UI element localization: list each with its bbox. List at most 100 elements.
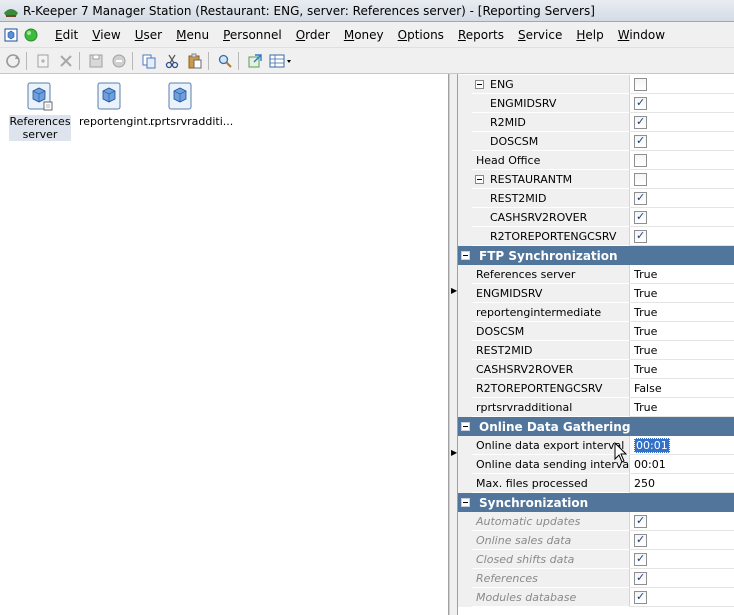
menu-service[interactable]: Service — [511, 28, 569, 42]
checkbox[interactable] — [634, 134, 647, 148]
paste-icon[interactable] — [185, 51, 205, 71]
checkbox[interactable] — [634, 590, 647, 604]
collapse-icon[interactable] — [475, 79, 484, 89]
property-row[interactable]: RESTAURANTM — [458, 170, 734, 189]
property-row[interactable]: Head Office — [458, 151, 734, 170]
property-value[interactable]: True — [630, 284, 734, 303]
property-row[interactable]: Online data export interval 00:01 — [458, 436, 734, 455]
checkbox[interactable] — [634, 191, 647, 205]
menu-reports[interactable]: Reports — [451, 28, 511, 42]
property-value[interactable] — [630, 113, 734, 132]
property-value[interactable] — [630, 588, 734, 607]
property-row[interactable]: ENG — [458, 75, 734, 94]
collapse-arrow-icon[interactable]: ▶ — [451, 448, 457, 457]
menu-order[interactable]: Order — [289, 28, 337, 42]
menu-options[interactable]: Options — [391, 28, 451, 42]
checkbox[interactable] — [634, 552, 647, 566]
server-object[interactable]: rprtsrvradditi... — [150, 74, 233, 128]
checkbox[interactable] — [634, 172, 647, 186]
property-value[interactable]: False — [630, 379, 734, 398]
property-row[interactable]: DOSCSM True — [458, 322, 734, 341]
property-row[interactable]: Max. files processed 250 — [458, 474, 734, 493]
menu-window[interactable]: Window — [611, 28, 672, 42]
property-value[interactable] — [630, 132, 734, 151]
property-value[interactable] — [630, 170, 734, 189]
menu-money[interactable]: Money — [337, 28, 391, 42]
property-row[interactable]: CASHSRV2ROVER — [458, 208, 734, 227]
checkbox[interactable] — [634, 77, 647, 91]
server-object[interactable]: reportengint... — [79, 74, 158, 128]
property-row[interactable]: R2TOREPORTENGCSRV False — [458, 379, 734, 398]
menu-help[interactable]: Help — [569, 28, 610, 42]
property-row[interactable]: REST2MID True — [458, 341, 734, 360]
property-value[interactable]: 250 — [630, 474, 734, 493]
delete-icon[interactable] — [56, 51, 76, 71]
menu-view[interactable]: View — [85, 28, 127, 42]
property-value[interactable] — [630, 569, 734, 588]
property-value[interactable] — [630, 75, 734, 94]
cancel-icon[interactable] — [109, 51, 129, 71]
new-icon[interactable] — [33, 51, 53, 71]
property-value[interactable]: True — [630, 265, 734, 284]
property-row[interactable]: Closed shifts data — [458, 550, 734, 569]
property-value[interactable]: True — [630, 360, 734, 379]
collapse-icon[interactable] — [461, 251, 470, 260]
value-input[interactable]: 00:01 — [634, 437, 670, 453]
checkbox[interactable] — [634, 153, 647, 167]
property-value[interactable] — [630, 227, 734, 246]
property-value[interactable] — [630, 531, 734, 550]
property-value[interactable]: True — [630, 398, 734, 417]
property-value[interactable] — [630, 189, 734, 208]
property-row[interactable]: Online data sending interval 00:01 — [458, 455, 734, 474]
find-icon[interactable] — [215, 51, 235, 71]
category-ftp-synchronization[interactable]: FTP Synchronization — [458, 246, 734, 265]
property-row[interactable]: References server True — [458, 265, 734, 284]
property-row[interactable]: reportengintermediate True — [458, 303, 734, 322]
export-icon[interactable] — [245, 51, 265, 71]
collapse-icon[interactable] — [475, 174, 484, 184]
category-online-data-gathering[interactable]: Online Data Gathering — [458, 417, 734, 436]
pane-splitter[interactable]: ▶ ▶ — [449, 74, 458, 615]
property-value[interactable]: True — [630, 341, 734, 360]
property-row[interactable]: References — [458, 569, 734, 588]
property-value[interactable]: 00:01 — [630, 436, 734, 455]
checkbox[interactable] — [634, 210, 647, 224]
property-value[interactable]: 00:01 — [630, 455, 734, 474]
property-row[interactable]: DOSCSM — [458, 132, 734, 151]
checkbox[interactable] — [634, 115, 647, 129]
property-row[interactable]: REST2MID — [458, 189, 734, 208]
checkbox[interactable] — [634, 533, 647, 547]
checkbox[interactable] — [634, 229, 647, 243]
property-row[interactable]: Modules database — [458, 588, 734, 607]
menu-menu[interactable]: Menu — [169, 28, 216, 42]
collapse-icon[interactable] — [461, 498, 470, 507]
property-value[interactable] — [630, 550, 734, 569]
property-value[interactable]: True — [630, 303, 734, 322]
property-row[interactable]: rprtsrvradditional True — [458, 398, 734, 417]
refresh-icon[interactable] — [3, 51, 23, 71]
copy-icon[interactable] — [139, 51, 159, 71]
menu-edit[interactable]: Edit — [48, 28, 85, 42]
property-row[interactable]: R2TOREPORTENGCSRV — [458, 227, 734, 246]
property-row[interactable]: R2MID — [458, 113, 734, 132]
server-object[interactable]: References server — [9, 74, 71, 141]
mdi-window-icon[interactable] — [2, 25, 20, 45]
property-value[interactable] — [630, 208, 734, 227]
property-row[interactable]: ENGMIDSRV — [458, 94, 734, 113]
menu-personnel[interactable]: Personnel — [216, 28, 289, 42]
checkbox[interactable] — [634, 571, 647, 585]
property-row[interactable]: Online sales data — [458, 531, 734, 550]
checkbox[interactable] — [634, 514, 647, 528]
property-row[interactable]: ENGMIDSRV True — [458, 284, 734, 303]
property-row[interactable]: Automatic updates — [458, 512, 734, 531]
category-synchronization[interactable]: Synchronization — [458, 493, 734, 512]
property-value[interactable] — [630, 94, 734, 113]
view-mode-icon[interactable] — [268, 51, 294, 71]
menu-user[interactable]: User — [128, 28, 169, 42]
collapse-arrow-icon[interactable]: ▶ — [451, 286, 457, 295]
property-value[interactable] — [630, 151, 734, 170]
cut-icon[interactable] — [162, 51, 182, 71]
property-value[interactable]: True — [630, 322, 734, 341]
collapse-icon[interactable] — [461, 422, 470, 431]
save-icon[interactable] — [86, 51, 106, 71]
